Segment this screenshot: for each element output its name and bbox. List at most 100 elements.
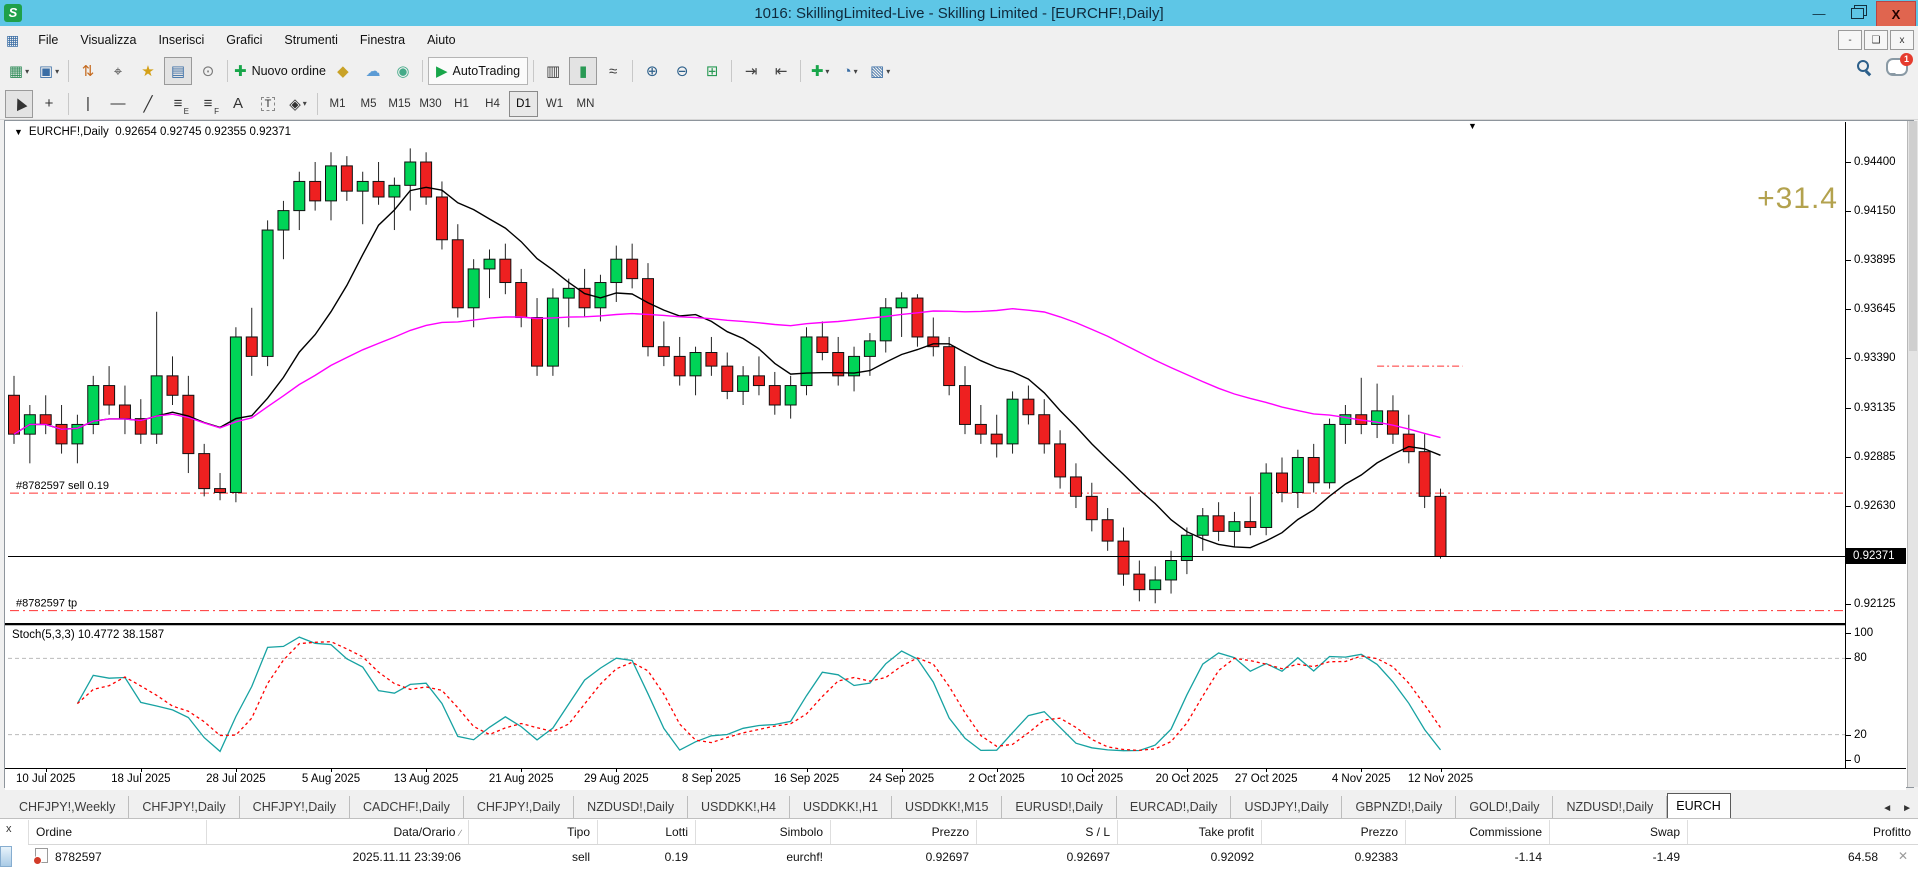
text-label-button[interactable]: T xyxy=(254,90,282,118)
chart-tab[interactable]: EURCH xyxy=(1667,793,1731,818)
auto-scroll-button[interactable]: ⇥ xyxy=(737,57,765,85)
equidistant-channel-button[interactable]: ≡E xyxy=(164,90,192,118)
zoom-out-button[interactable]: ⊖ xyxy=(668,57,696,85)
navigator-button[interactable]: ★ xyxy=(134,57,162,85)
date-axis[interactable]: 10 Jul 202518 Jul 202528 Jul 20255 Aug 2… xyxy=(5,769,1906,790)
menu-visualizza[interactable]: Visualizza xyxy=(69,29,147,51)
chart-tab[interactable]: USDDKK!,H1 xyxy=(790,796,892,818)
tile-windows-button[interactable]: ⊞ xyxy=(698,57,726,85)
indicators-button[interactable]: ✚▾ xyxy=(806,57,834,85)
chart-tab[interactable]: CHFJPY!,Daily xyxy=(129,796,239,818)
tabs-scroll-left-icon[interactable]: ◄ xyxy=(1882,803,1892,814)
chart-tab[interactable]: CHFJPY!,Daily xyxy=(464,796,574,818)
timeframe-h4[interactable]: H4 xyxy=(478,91,507,117)
menu-aiuto[interactable]: Aiuto xyxy=(416,29,467,51)
chart-shift-button[interactable]: ⇤ xyxy=(767,57,795,85)
chart-tab[interactable]: NZDUSD!,Daily xyxy=(574,796,688,818)
terminal-close-button[interactable]: x xyxy=(6,823,12,835)
column-header-prezzo[interactable]: Prezzo xyxy=(830,820,976,844)
minimize-button[interactable]: — xyxy=(1800,1,1838,25)
chart-bars-button[interactable]: ▥ xyxy=(539,57,567,85)
chart-tab[interactable]: GOLD!,Daily xyxy=(1456,796,1553,818)
menu-file[interactable]: File xyxy=(27,29,69,51)
column-header-prezzo[interactable]: Prezzo xyxy=(1261,820,1405,844)
community-button[interactable]: ◉ xyxy=(389,57,417,85)
price-axis[interactable]: 0.944000.941500.938950.936450.933900.931… xyxy=(1845,122,1907,768)
chart-candles-button[interactable]: ▮ xyxy=(569,57,597,85)
metaeditor-button[interactable]: ◆ xyxy=(329,57,357,85)
chart-tab[interactable]: CADCHF!,Daily xyxy=(350,796,464,818)
column-header-swap[interactable]: Swap xyxy=(1549,820,1687,844)
timeframe-m1[interactable]: M1 xyxy=(323,91,352,117)
window-scrollbar[interactable] xyxy=(1907,121,1918,787)
column-header-ordine[interactable]: Ordine xyxy=(28,820,206,844)
templates-button[interactable]: ▧▾ xyxy=(866,57,894,85)
stochastic-pane[interactable] xyxy=(8,625,1845,768)
chart-tab[interactable]: EURUSD!,Daily xyxy=(1002,796,1117,818)
market-watch-button[interactable]: ⇅ xyxy=(74,57,102,85)
cursor-button[interactable]: ▶ xyxy=(5,90,33,118)
restore-button[interactable] xyxy=(1838,1,1876,25)
scroll-end-marker: ▼ xyxy=(1468,121,1477,131)
chart-tab[interactable]: NZDUSD!,Daily xyxy=(1553,796,1667,818)
tabs-scroll-right-icon[interactable]: ► xyxy=(1902,803,1912,814)
search-icon[interactable] xyxy=(1856,59,1872,75)
autotrading-button[interactable]: ▶AutoTrading xyxy=(428,57,528,85)
mdi-close-button[interactable]: x xyxy=(1890,30,1914,50)
mdi-minimize-button[interactable]: - xyxy=(1838,30,1862,50)
timeframe-m5[interactable]: M5 xyxy=(354,91,383,117)
menu-grafici[interactable]: Grafici xyxy=(215,29,273,51)
chart-tab[interactable]: GBPNZD!,Daily xyxy=(1342,796,1456,818)
candle-body xyxy=(262,230,273,356)
one-click-trading-arrow[interactable]: ▼ xyxy=(14,127,23,137)
periods-button[interactable]: ◔▾ xyxy=(836,57,864,85)
timeframe-d1[interactable]: D1 xyxy=(509,91,538,117)
timeframe-mn[interactable]: MN xyxy=(571,91,600,117)
chart-tab[interactable]: EURCAD!,Daily xyxy=(1117,796,1232,818)
column-header-tipo[interactable]: Tipo xyxy=(468,820,597,844)
column-header-s-l[interactable]: S / L xyxy=(976,820,1117,844)
scrollbar-thumb[interactable] xyxy=(1909,121,1917,351)
chart-tab[interactable]: CHFJPY!,Weekly xyxy=(6,796,129,818)
column-header-data-orario[interactable]: Data/Orario∕ xyxy=(206,820,468,844)
menu-strumenti[interactable]: Strumenti xyxy=(273,29,349,51)
column-header-lotti[interactable]: Lotti xyxy=(597,820,695,844)
data-window-button[interactable]: ⌖ xyxy=(104,57,132,85)
menu-finestra[interactable]: Finestra xyxy=(349,29,416,51)
pane-divider[interactable] xyxy=(5,623,1906,626)
chat-icon[interactable]: 1 xyxy=(1886,58,1908,76)
close-button[interactable]: X xyxy=(1876,1,1916,27)
column-header-commissione[interactable]: Commissione xyxy=(1405,820,1549,844)
crosshair-button[interactable]: + xyxy=(35,90,63,118)
trendline-button[interactable]: ╱ xyxy=(134,90,162,118)
vertical-line-button[interactable]: | xyxy=(74,90,102,118)
strategy-tester-button[interactable]: ⊙ xyxy=(194,57,222,85)
column-header-take-profit[interactable]: Take profit xyxy=(1117,820,1261,844)
chart-tab[interactable]: USDJPY!,Daily xyxy=(1231,796,1342,818)
chart-tab[interactable]: CHFJPY!,Daily xyxy=(240,796,350,818)
timeframe-h1[interactable]: H1 xyxy=(447,91,476,117)
new-order-button[interactable]: ✚Nuovo ordine xyxy=(233,57,327,85)
candle xyxy=(1181,527,1192,574)
chart-line-button[interactable]: ≈ xyxy=(599,57,627,85)
fibonacci-button[interactable]: ≡F xyxy=(194,90,222,118)
new-chart-button[interactable]: ▦▾ xyxy=(5,57,33,85)
zoom-in-button[interactable]: ⊕ xyxy=(638,57,666,85)
candle-body xyxy=(912,298,923,337)
column-header-profitto[interactable]: Profitto xyxy=(1687,820,1918,844)
mdi-restore-button[interactable]: ❑ xyxy=(1864,30,1888,50)
timeframe-w1[interactable]: W1 xyxy=(540,91,569,117)
column-header-simbolo[interactable]: Simbolo xyxy=(695,820,830,844)
chart-tab[interactable]: USDDKK!,M15 xyxy=(892,796,1002,818)
cloud-button[interactable]: ☁ xyxy=(359,57,387,85)
horizontal-line-button[interactable]: — xyxy=(104,90,132,118)
terminal-panel-button[interactable]: ▤ xyxy=(164,57,192,85)
shapes-button[interactable]: ◈▾ xyxy=(284,90,312,118)
chart-tab[interactable]: USDDKK!,H4 xyxy=(688,796,790,818)
text-button[interactable]: A xyxy=(224,90,252,118)
menu-inserisci[interactable]: Inserisci xyxy=(147,29,215,51)
timeframe-m30[interactable]: M30 xyxy=(416,91,445,117)
profiles-button[interactable]: ▣▾ xyxy=(35,57,63,85)
price-pane[interactable]: #8782597 sell 0.19#8782597 tp xyxy=(8,122,1845,623)
timeframe-m15[interactable]: M15 xyxy=(385,91,414,117)
